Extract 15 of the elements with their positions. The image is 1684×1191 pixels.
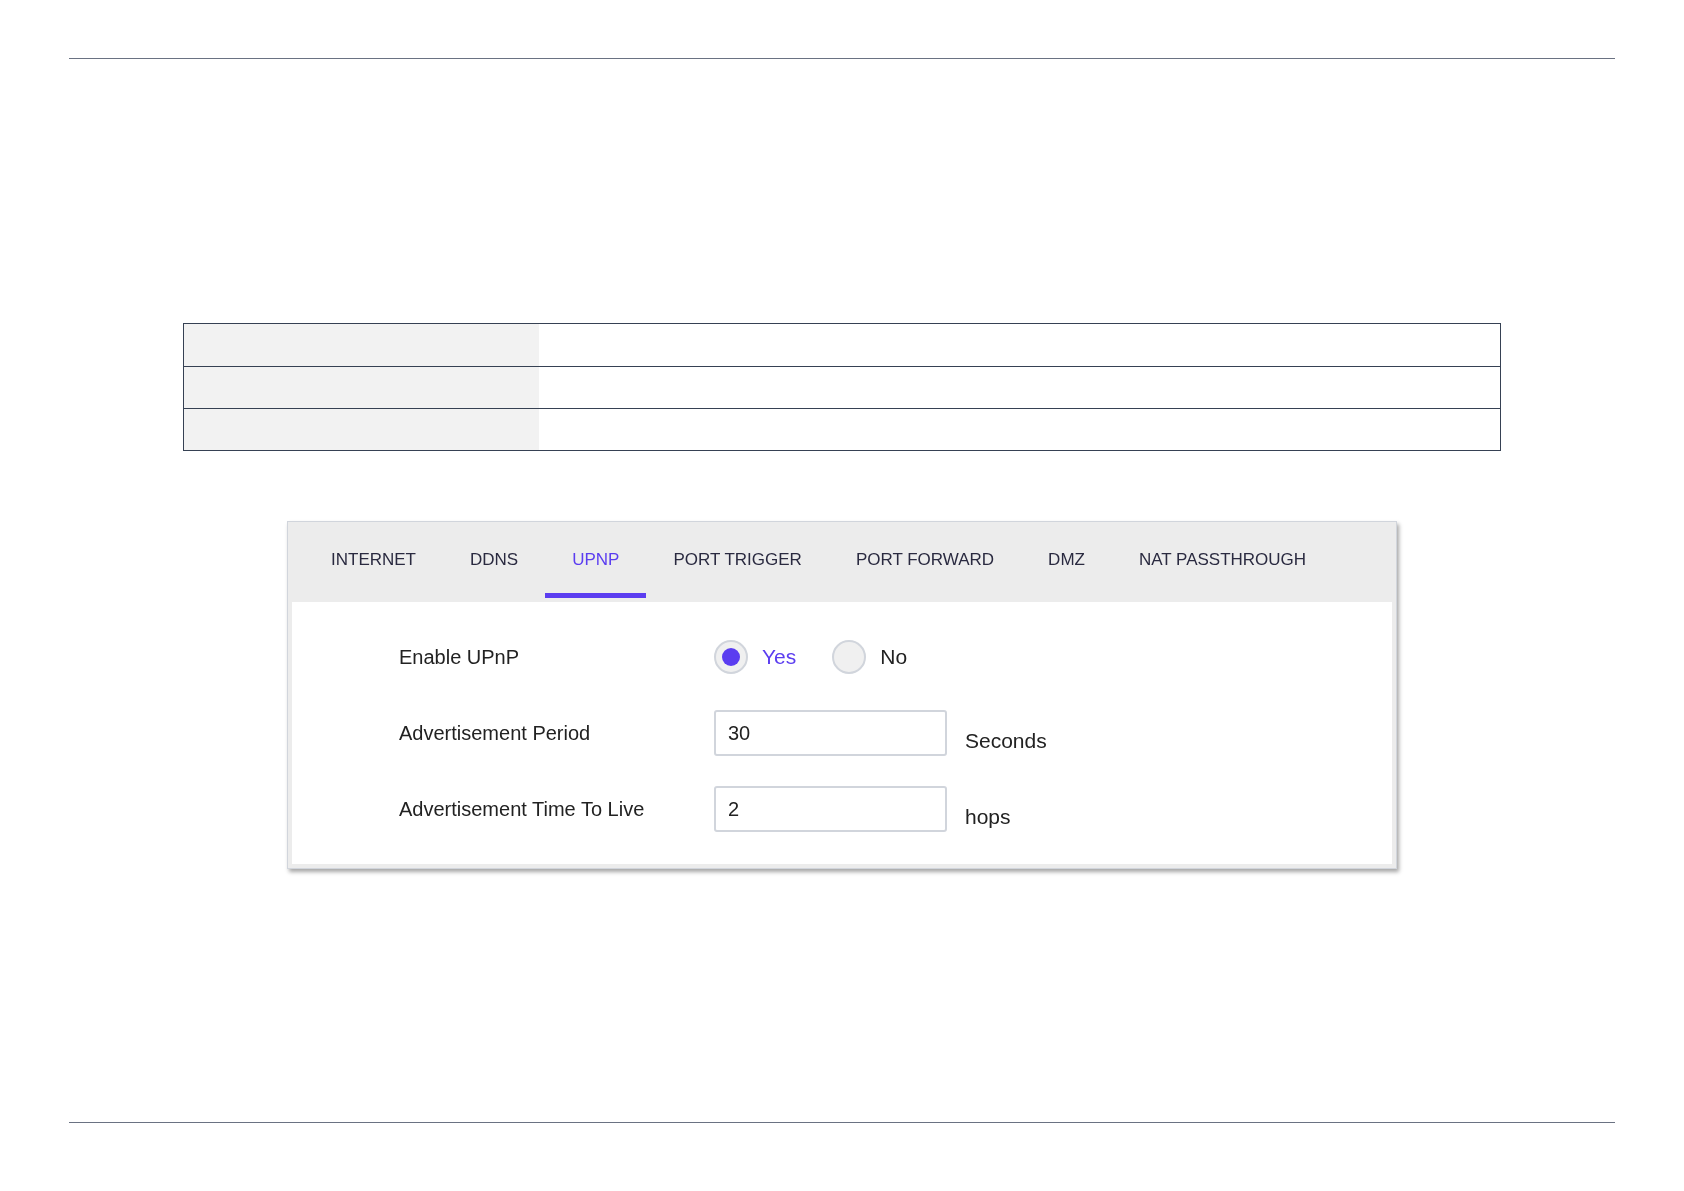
radio-option[interactable]: Yes xyxy=(714,640,797,674)
radio-option[interactable]: No xyxy=(832,640,908,674)
tab[interactable]: INTERNET xyxy=(304,522,443,598)
tab[interactable]: PORT TRIGGER xyxy=(646,522,829,598)
field-label: Advertisement Time To Live xyxy=(399,797,646,822)
unit-label: hops xyxy=(965,803,1011,830)
input-field[interactable]: 2 xyxy=(714,786,947,832)
tab[interactable]: DMZ xyxy=(1021,522,1112,598)
tab[interactable]: PORT FORWARD xyxy=(828,522,1022,598)
field-label: Enable UPnP xyxy=(399,645,521,670)
field-label: Advertisement Period xyxy=(399,721,592,746)
tab[interactable]: NAT PASSTHROUGH xyxy=(1111,522,1334,598)
input-field[interactable]: 30 xyxy=(714,710,947,756)
tab[interactable]: DDNS xyxy=(443,522,546,598)
unit-label: Seconds xyxy=(965,727,1047,754)
